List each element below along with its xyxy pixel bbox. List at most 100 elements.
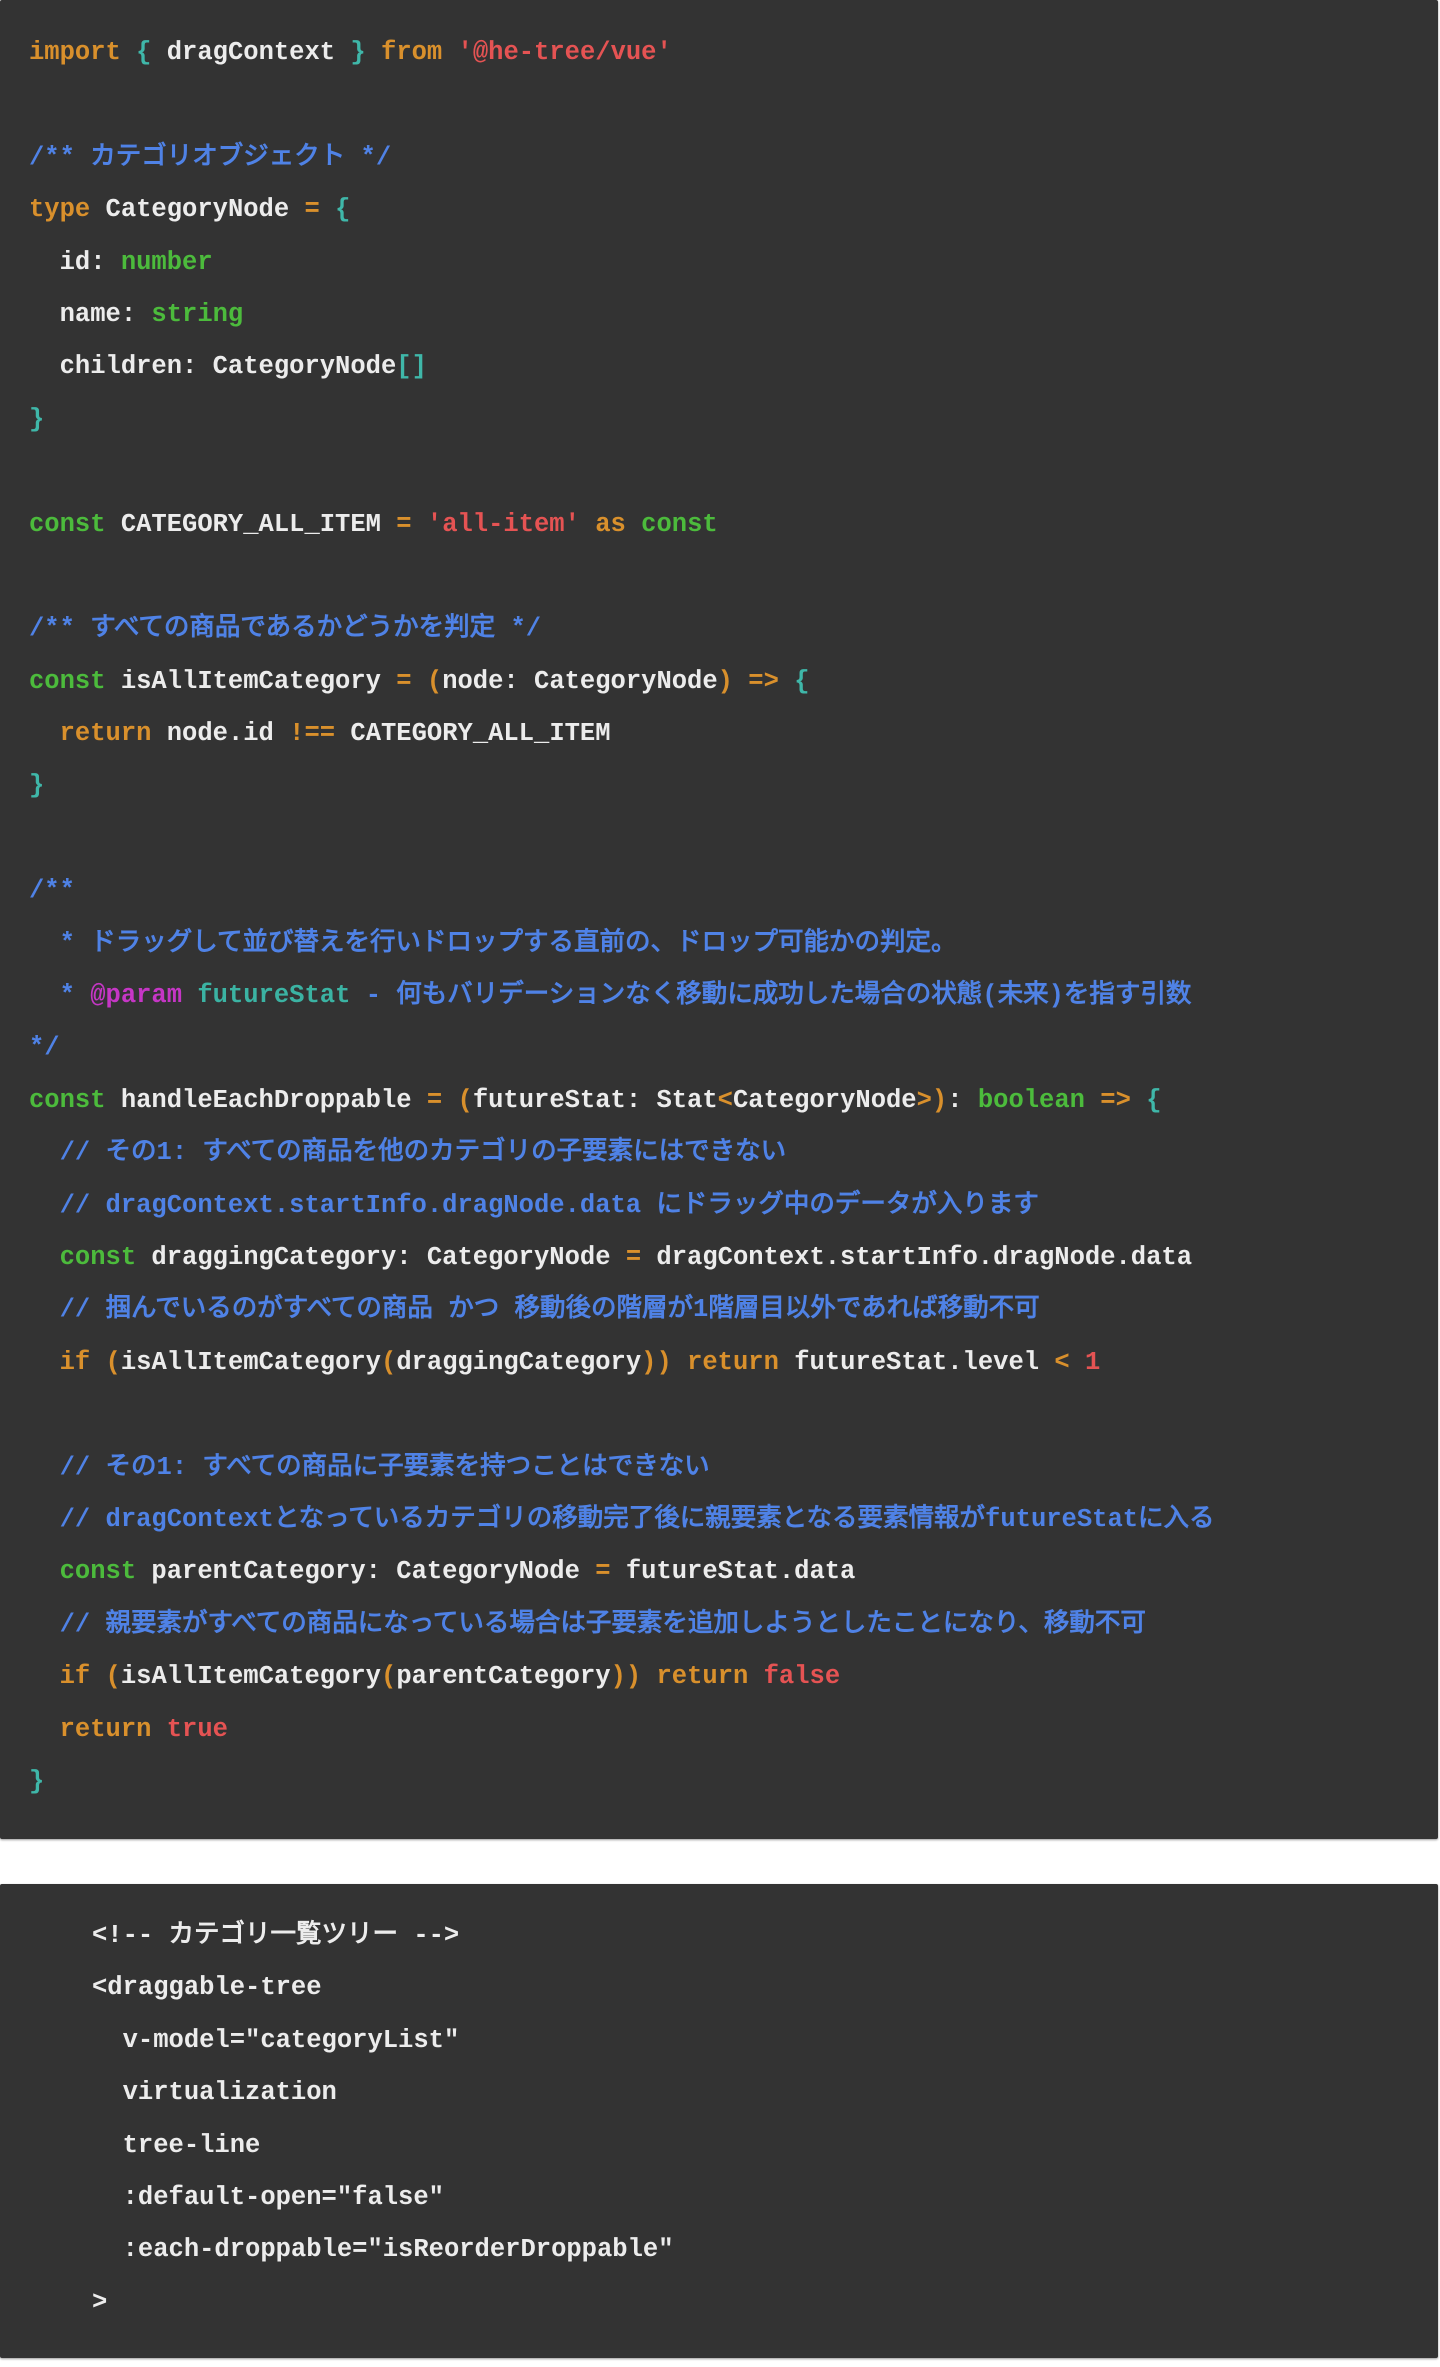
code-token: ) <box>717 666 733 696</box>
code-token: @param <box>90 981 183 1011</box>
code-token: const <box>29 666 106 696</box>
code-token: CATEGORY_ALL_ITEM <box>105 509 397 539</box>
code-token: id: <box>29 247 121 277</box>
code-token: => <box>748 666 779 696</box>
code-token: if <box>59 1662 91 1692</box>
code-line: v-model="categoryList" <box>92 2015 1438 2067</box>
code-token: const <box>641 509 718 539</box>
code-token: )) <box>610 1662 642 1692</box>
code-token: return <box>59 719 152 749</box>
code-token: return <box>656 1662 749 1692</box>
code-line: type CategoryNode = { <box>29 184 1438 236</box>
typescript-code-block: import { dragContext } from '@he-tree/vu… <box>0 0 1438 1839</box>
code-token: } <box>29 1766 45 1796</box>
code-token: v-model="categoryList" <box>92 2025 460 2055</box>
code-token: name: <box>29 299 152 329</box>
code-token: false <box>763 1662 841 1692</box>
code-token: children: CategoryNode <box>29 352 397 382</box>
code-token: } <box>29 771 45 801</box>
code-line: } <box>29 1756 1438 1808</box>
code-line: <draggable-tree <box>92 1962 1438 2014</box>
code-token: */ <box>29 1033 60 1063</box>
code-token: :each-droppable="isReorderDroppable" <box>92 2235 674 2265</box>
code-line: /** <box>29 865 1438 917</box>
code-token: : <box>947 1085 978 1115</box>
code-token: virtualization <box>92 2078 337 2108</box>
code-token: <!-- カテゴリ一覧ツリー --> <box>92 1921 460 1950</box>
code-token: parentCategory: CategoryNode <box>136 1557 596 1587</box>
code-token: ( <box>105 1662 121 1692</box>
code-token: { <box>136 38 152 67</box>
code-token: futureStat.level <box>778 1347 1055 1377</box>
code-token: // 掴んでいるのがすべての商品 かつ 移動後の階層が1階層目以外であれば移動不… <box>29 1295 1040 1325</box>
code-line: // その1: すべての商品に子要素を持つことはできない <box>29 1442 1438 1494</box>
code-line: if (isAllItemCategory(draggingCategory))… <box>29 1337 1438 1389</box>
code-token: ) <box>931 1085 948 1115</box>
code-token: > <box>92 2287 108 2317</box>
code-token: = <box>595 1557 611 1587</box>
code-line: // dragContextとなっているカテゴリの移動完了後に親要素となる要素情… <box>29 1494 1438 1546</box>
code-token: ( <box>381 1347 397 1377</box>
code-token: node: CategoryNode <box>442 666 718 696</box>
code-token: as <box>595 509 626 539</box>
code-token: ( <box>426 666 443 696</box>
code-token: ( <box>381 1662 397 1692</box>
code-line: const draggingCategory: CategoryNode = d… <box>29 1232 1438 1284</box>
code-token: = <box>396 666 412 696</box>
code-token: tree-line <box>92 2130 261 2160</box>
code-token: string <box>151 299 244 329</box>
code-token: return <box>59 1714 152 1744</box>
code-token: < <box>1054 1347 1070 1377</box>
code-token: 1 <box>1084 1347 1101 1377</box>
code-token: CategoryNode <box>90 195 305 225</box>
code-token: // 親要素がすべての商品になっている場合は子要素を追加しようとしたことになり、… <box>29 1609 1146 1639</box>
code-token: // その1: すべての商品を他のカテゴリの子要素にはできない <box>29 1138 787 1168</box>
code-token: { <box>1146 1085 1162 1115</box>
code-token: )) <box>641 1347 672 1377</box>
code-token: = <box>304 195 320 225</box>
code-line: id: number <box>29 237 1438 289</box>
code-line: tree-line <box>92 2120 1438 2172</box>
code-token: = <box>625 1242 642 1272</box>
code-token: ( <box>105 1347 121 1377</box>
code-line: * @param futureStat - 何もバリデーションなく移動に成功した… <box>29 970 1438 1022</box>
code-token: // dragContextとなっているカテゴリの移動完了後に親要素となる要素情… <box>29 1504 1215 1534</box>
code-token: number <box>120 247 213 277</box>
code-token: boolean <box>977 1085 1085 1115</box>
code-line: const isAllItemCategory = (node: Categor… <box>29 656 1438 708</box>
code-token: => <box>1100 1085 1131 1115</box>
code-line: return true <box>29 1704 1438 1756</box>
code-token: true <box>166 1714 228 1744</box>
code-token: isAllItemCategory <box>120 1347 381 1377</box>
code-token: parentCategory <box>396 1662 611 1692</box>
code-line: // 掴んでいるのがすべての商品 かつ 移動後の階層が1階層目以外であれば移動不… <box>29 1284 1438 1336</box>
code-token: isAllItemCategory <box>105 666 397 696</box>
code-token: type <box>29 195 91 225</box>
code-line: // 親要素がすべての商品になっている場合は子要素を追加しようとしたことになり、… <box>29 1599 1438 1651</box>
code-token: - 何もバリデーションなく移動に成功した場合の状態(未来)を指す引数 <box>350 981 1192 1011</box>
code-line: import { dragContext } from '@he-tree/vu… <box>29 27 1438 79</box>
code-line: if (isAllItemCategory(parentCategory)) r… <box>29 1651 1438 1703</box>
code-line: const parentCategory: CategoryNode = fut… <box>29 1546 1438 1598</box>
code-token: draggingCategory: CategoryNode <box>136 1242 626 1272</box>
code-line: /** カテゴリオブジェクト */ <box>29 132 1438 184</box>
code-token: { <box>794 666 810 696</box>
code-token: = <box>396 509 412 539</box>
